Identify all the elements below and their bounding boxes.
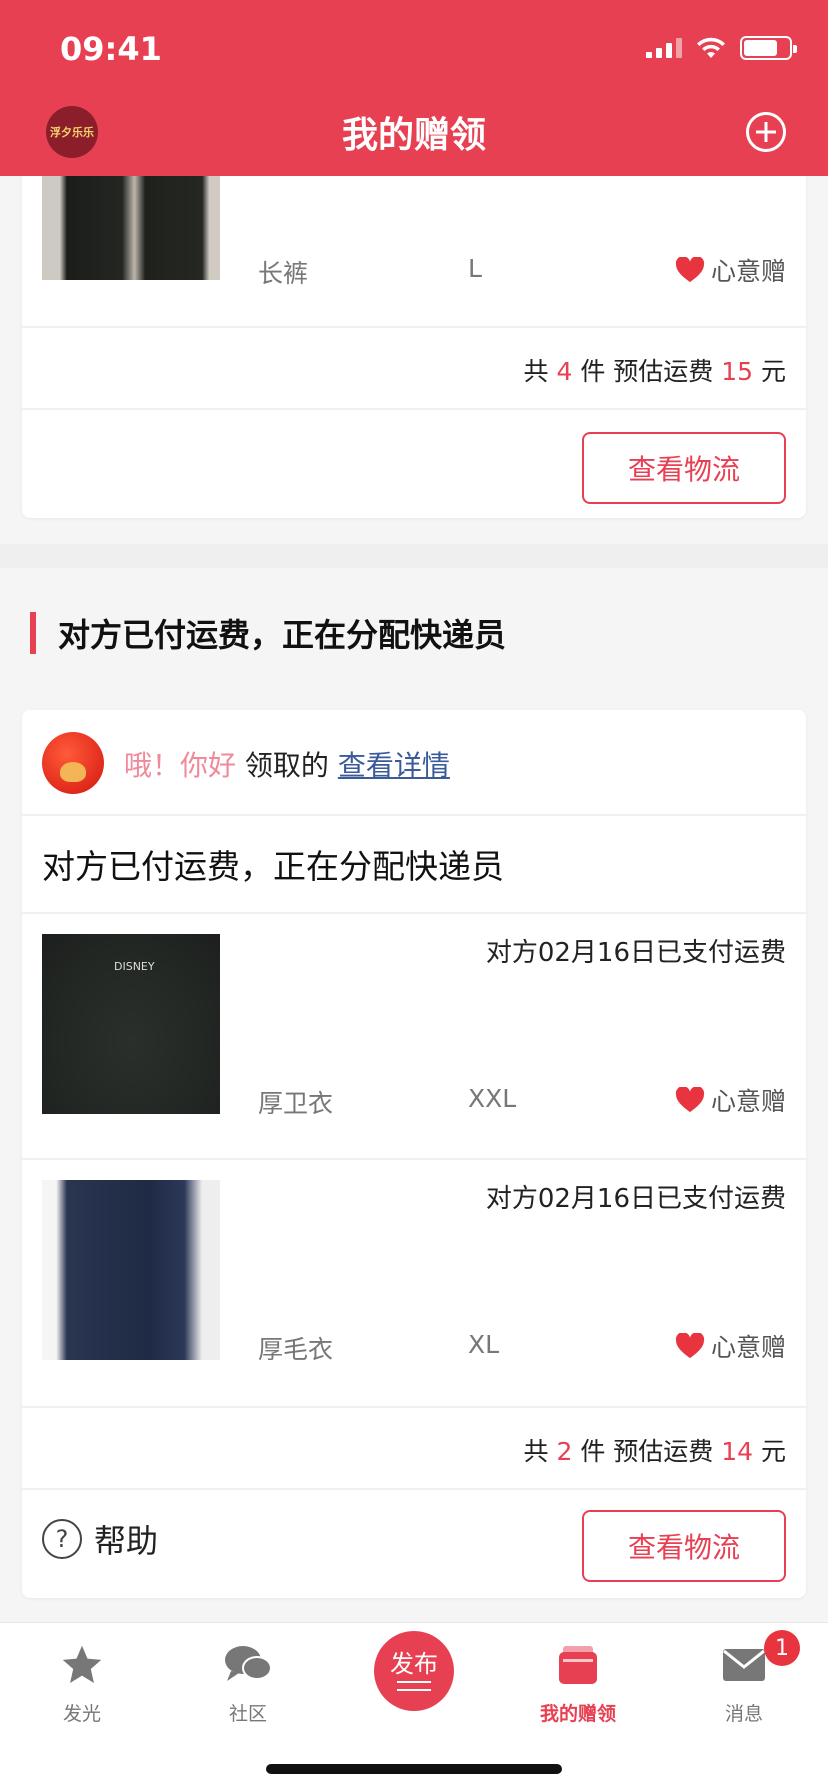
item-size: XL [468, 1330, 500, 1359]
heart-icon [675, 257, 705, 283]
home-indicator[interactable] [266, 1764, 562, 1774]
message-badge: 1 [764, 1630, 800, 1666]
status-time: 09:41 [60, 30, 162, 68]
order-status: 对方已付运费，正在分配快递员 [42, 847, 504, 886]
gift-label: 心意赠 [675, 1082, 786, 1118]
wallet-icon [559, 1646, 597, 1684]
wifi-icon [697, 37, 725, 58]
gift-label: 心意赠 [675, 252, 786, 288]
section-gap [0, 544, 828, 568]
section-accent-bar [30, 612, 36, 654]
mail-icon [723, 1649, 765, 1681]
item-image-hoodie[interactable]: DISNEY [42, 934, 220, 1114]
item-name: 厚卫衣 [258, 1089, 334, 1118]
chat-icon [225, 1646, 272, 1681]
status-icons [646, 36, 797, 60]
question-icon: ? [42, 1519, 82, 1559]
item-name: 长裤 [258, 259, 309, 288]
payment-status: 对方02月16日已支付运费 [485, 938, 786, 968]
user-name[interactable]: 哦！你好 [124, 749, 236, 782]
page: 09:41 浮夕乐乐 我的赠领 长裤 L 心意赠 共 4 件 预估运费 15 元 [0, 0, 828, 1792]
signal-icon [646, 38, 682, 58]
greeting-line: 哦！你好 领取的 查看详情 [124, 749, 450, 782]
avatar[interactable] [42, 732, 104, 794]
heart-icon [675, 1087, 705, 1113]
divider [22, 814, 806, 816]
app-header: 09:41 浮夕乐乐 我的赠领 [0, 0, 828, 176]
battery-icon [740, 36, 797, 60]
tab-community[interactable]: 社区 [188, 1641, 308, 1726]
help-button[interactable]: ? 帮助 [42, 1516, 158, 1562]
item-image-sweater[interactable] [42, 1180, 220, 1360]
tab-my-gifts[interactable]: 我的赠领 [518, 1641, 638, 1726]
section-title: 对方已付运费，正在分配快递员 [30, 610, 506, 656]
payment-status: 对方02月16日已支付运费 [485, 1184, 786, 1214]
view-details-link[interactable]: 查看详情 [338, 749, 450, 782]
divider [22, 408, 806, 410]
item-size: L [468, 254, 482, 283]
order-card-2: 哦！你好 领取的 查看详情 对方已付运费，正在分配快递员 DISNEY 对方02… [22, 710, 806, 1598]
view-logistics-button[interactable]: 查看物流 [582, 1510, 786, 1582]
heart-icon [675, 1333, 705, 1359]
item-name: 厚毛衣 [258, 1335, 334, 1364]
divider [22, 326, 806, 328]
publish-icon: 发布 [374, 1631, 454, 1711]
order-card-1: 长裤 L 心意赠 共 4 件 预估运费 15 元 查看物流 [22, 120, 806, 518]
total-summary: 共 2 件 预估运费 14 元 [523, 1437, 786, 1466]
view-logistics-button[interactable]: 查看物流 [582, 432, 786, 504]
tab-faguang[interactable]: 发光 [22, 1641, 142, 1726]
gift-label: 心意赠 [675, 1328, 786, 1364]
divider [22, 1406, 806, 1408]
total-summary: 共 4 件 预估运费 15 元 [523, 357, 786, 386]
divider [22, 1158, 806, 1160]
divider [22, 1488, 806, 1490]
divider [22, 912, 806, 914]
page-title: 我的赠领 [341, 115, 486, 156]
star-icon [62, 1645, 102, 1683]
item-size: XXL [468, 1084, 517, 1113]
add-button[interactable] [746, 112, 786, 152]
